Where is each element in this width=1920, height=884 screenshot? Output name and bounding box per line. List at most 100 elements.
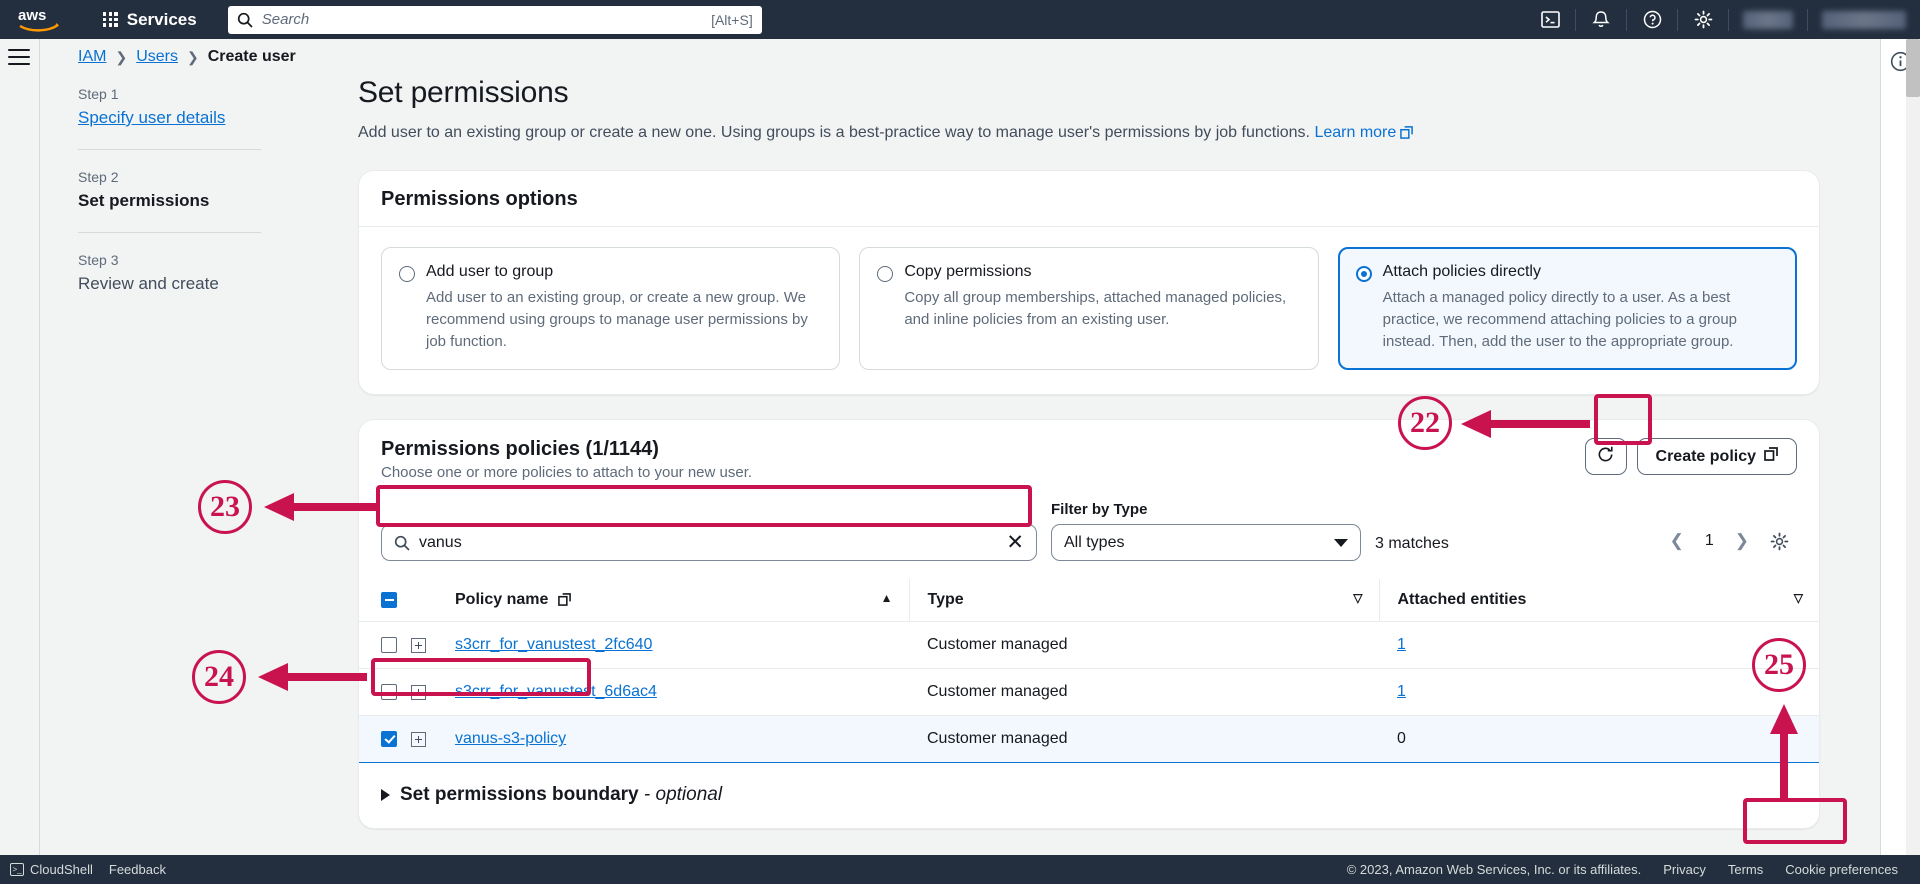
step-3: Step 3 Review and create [78,252,278,294]
notifications-bell-icon[interactable] [1576,0,1626,39]
row-checkbox-cell [359,715,411,764]
column-label: Attached entities [1397,591,1527,609]
account-menu-blurred[interactable] [1822,10,1906,29]
radio-copy-permissions[interactable] [877,266,894,282]
table-row[interactable]: s3crr_for_vanustest_2fc640 Customer mana… [359,621,1819,670]
cookie-preferences-link[interactable]: Cookie preferences [1785,862,1898,877]
divider [1807,8,1808,31]
settings-gear-icon[interactable] [1678,0,1728,39]
policy-search-input[interactable] [419,533,1005,552]
filter-icon[interactable]: ▽ [1794,591,1803,605]
chevron-right-icon [381,789,390,802]
cloudshell-icon[interactable] [1525,0,1575,39]
row-expand-cell [411,621,455,670]
attached-entities-link[interactable]: 1 [1397,683,1406,700]
option-card-add-user-to-group[interactable]: Add user to group Add user to an existin… [381,247,841,371]
permissions-policies-panel: Permissions policies (1/1144) Choose one… [358,419,1820,830]
policy-name-link[interactable]: s3crr_for_vanustest_6d6ac4 [455,683,657,700]
radio-add-user-to-group[interactable] [399,266,415,282]
breadcrumb: IAM ❯ Users ❯ Create user [78,48,296,66]
row-checkbox[interactable] [381,684,397,701]
account-region-blurred[interactable] [1743,10,1793,29]
column-header-type[interactable]: Type ▽ [908,579,1379,623]
step-3-label: Step 3 [78,252,119,268]
page-subtitle-text: Add user to an existing group or create … [358,124,1310,141]
page-scrollbar-track[interactable] [1906,39,1920,855]
breadcrumb-iam[interactable]: IAM [78,48,106,66]
refresh-button[interactable] [1584,438,1627,476]
sidebar-item-specify-user-details[interactable]: Specify user details [78,108,278,128]
external-link-icon [557,591,571,608]
column-label: Policy name [455,591,549,609]
annotation-24-arrow [258,663,367,691]
permissions-policies-count: (1/1144) [585,438,659,461]
aws-logo-icon[interactable]: aws [18,7,66,33]
step-2-label: Step 2 [78,169,119,185]
option-title: Copy permissions [904,263,1032,280]
next-page-icon[interactable]: ❯ [1728,527,1756,555]
grid-icon [103,12,118,27]
row-expand-cell [411,715,455,764]
learn-more-link[interactable]: Learn more [1314,124,1396,141]
table-row[interactable]: vanus-s3-policy Customer managed 0 [359,715,1819,764]
wizard-steps: Step 1 Specify user details Step 2 Set p… [78,86,278,294]
divider [78,232,261,233]
radio-attach-policies-directly[interactable] [1355,266,1372,282]
attached-entities-link[interactable]: 1 [1397,636,1406,653]
create-policy-button[interactable]: Create policy [1636,438,1797,476]
expand-row-icon[interactable] [411,637,426,653]
select-all-checkbox[interactable] [381,592,397,609]
sort-ascending-icon[interactable]: ▲ [881,591,893,605]
table-header-row: Policy name ▲ Type ▽ Attached entities ▽ [359,579,1819,623]
filter-icon[interactable]: ▽ [1353,591,1362,605]
external-link-icon [1764,447,1778,466]
clear-search-icon[interactable]: ✕ [1004,532,1026,553]
row-attached-cell: 0 [1379,715,1819,764]
global-search-bar[interactable]: [Alt+S] [227,5,762,34]
sidebar-item-set-permissions[interactable]: Set permissions [78,191,278,211]
privacy-link[interactable]: Privacy [1663,862,1706,877]
row-expand-cell [411,668,455,717]
external-link-icon [1400,126,1414,144]
breadcrumb-users[interactable]: Users [136,48,178,66]
expand-row-icon[interactable] [411,731,426,747]
page-number[interactable]: 1 [1697,530,1722,552]
expand-row-icon[interactable] [411,684,426,700]
aws-console-page: aws Services [Alt+S] [0,0,1920,884]
table-row[interactable]: s3crr_for_vanustest_6d6ac4 Customer mana… [359,668,1819,717]
terms-link[interactable]: Terms [1728,862,1763,877]
services-menu-button[interactable]: Services [96,5,204,35]
policy-name-link[interactable]: s3crr_for_vanustest_2fc640 [455,636,652,653]
row-checkbox[interactable] [381,731,397,748]
row-policy-name-cell: s3crr_for_vanustest_6d6ac4 [455,668,909,717]
row-attached-cell: 1 [1379,668,1819,717]
option-card-copy-permissions[interactable]: Copy permissions Copy all group membersh… [859,247,1319,371]
cloudshell-button[interactable]: >_ CloudShell [10,862,93,877]
annotation-23: 23 [198,480,252,534]
annotation-24-circle: 24 [192,650,246,704]
top-nav-right-cluster [1525,0,1920,39]
page-scrollbar-thumb[interactable] [1906,39,1920,97]
sidebar-toggle-hamburger-icon[interactable] [8,49,30,67]
help-question-icon[interactable] [1627,0,1677,39]
policies-table: Policy name ▲ Type ▽ Attached entities ▽ [359,579,1819,764]
filter-by-type-group: Filter by Type All types [1051,501,1361,562]
column-header-attached-entities[interactable]: Attached entities ▽ [1378,579,1819,623]
global-search-input[interactable] [261,11,712,28]
row-checkbox[interactable] [381,637,397,654]
chevron-right-icon: ❯ [115,48,128,65]
filter-by-type-select[interactable]: All types [1051,524,1361,562]
row-type-cell: Customer managed [909,668,1379,717]
option-card-attach-policies-directly[interactable]: Attach policies directly Attach a manage… [1337,247,1797,371]
row-policy-name-cell: vanus-s3-policy [455,715,909,764]
set-permissions-boundary-expander[interactable]: Set permissions boundary - optional [359,763,1819,828]
row-type-cell: Customer managed [909,621,1379,670]
policy-search-field[interactable]: ✕ [381,524,1037,562]
row-checkbox-cell [359,621,411,670]
feedback-link[interactable]: Feedback [109,862,166,877]
permissions-options-cards: Add user to group Add user to an existin… [359,227,1819,394]
table-preferences-gear-icon[interactable] [1762,528,1797,555]
policy-name-link[interactable]: vanus-s3-policy [455,730,566,747]
column-header-policy-name[interactable]: Policy name ▲ [455,579,909,623]
previous-page-icon[interactable]: ❮ [1663,527,1691,555]
